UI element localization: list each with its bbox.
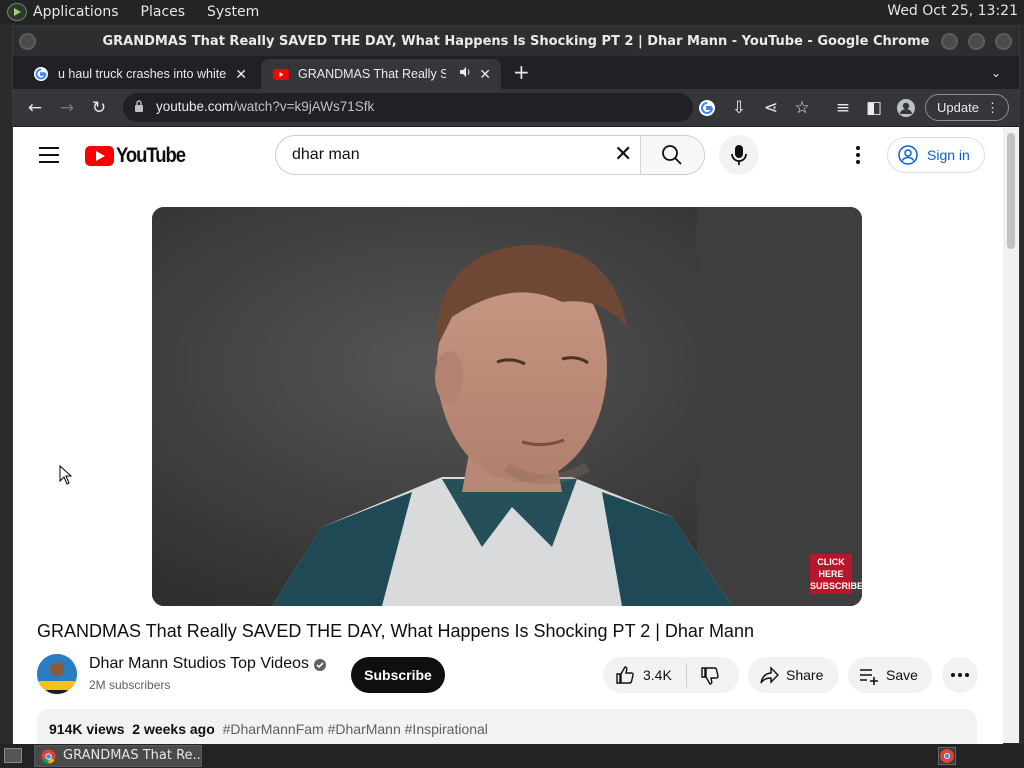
channel-avatar-image <box>37 654 77 694</box>
settings-kebab-icon[interactable] <box>851 145 865 165</box>
subscriber-count: 2M subscribers <box>89 678 171 692</box>
account-icon <box>898 145 918 165</box>
menu-system[interactable]: System <box>207 4 259 20</box>
tab-youtube-active[interactable]: GRANDMAS That Really SAVED THE DAY ✕ <box>261 59 501 89</box>
thumbs-up-icon <box>616 666 634 684</box>
tab-label: GRANDMAS That Really SAVED THE DAY <box>298 67 446 81</box>
reload-icon[interactable]: ↻ <box>89 98 109 118</box>
like-count: 3.4K <box>643 667 672 683</box>
like-button[interactable]: 3.4K <box>603 657 686 693</box>
close-window-button[interactable] <box>995 33 1012 50</box>
youtube-play-icon <box>85 146 114 166</box>
tab-search-chevron-icon[interactable]: ⌄ <box>991 66 1001 80</box>
new-tab-plus-icon[interactable]: + <box>513 62 530 82</box>
subscribe-button[interactable]: Subscribe <box>351 657 445 693</box>
url-text: youtube.com/watch?v=k9jAWs71Sfk <box>156 99 375 114</box>
youtube-page: YouTube dhar man ✕ Sign in CLICK HERE SU… <box>13 127 1003 744</box>
subscribe-watermark[interactable]: CLICK HERE SUBSCRIBE <box>810 554 862 594</box>
menu-places[interactable]: Places <box>141 4 186 20</box>
minimize-button[interactable] <box>941 33 958 50</box>
scrollbar-thumb[interactable] <box>1007 133 1015 249</box>
forward-arrow-icon[interactable]: → <box>57 98 77 118</box>
more-horizontal-icon <box>951 673 969 677</box>
google-icon <box>34 67 48 81</box>
more-actions-button[interactable] <box>942 657 978 693</box>
back-arrow-icon[interactable]: ← <box>25 98 45 118</box>
taskbar-label: GRANDMAS That Re... <box>63 748 202 763</box>
window-menu-button[interactable] <box>19 33 36 50</box>
speaker-icon[interactable] <box>459 66 471 78</box>
side-panel-icon[interactable]: ◧ <box>864 98 884 118</box>
hashtags[interactable]: #DharMannFam #DharMann #Inspirational <box>223 721 488 737</box>
thumbs-down-icon <box>701 667 719 685</box>
update-button[interactable]: Update ⋮ <box>925 94 1009 121</box>
tray-chrome-icon[interactable] <box>938 747 956 765</box>
sign-in-button[interactable]: Sign in <box>887 137 985 173</box>
install-app-icon[interactable]: ⇩ <box>729 98 749 118</box>
channel-avatar[interactable] <box>37 654 77 694</box>
video-player[interactable]: CLICK HERE SUBSCRIBE <box>152 207 862 606</box>
like-dislike-group: 3.4K <box>603 657 739 693</box>
share-page-icon[interactable]: ⋖ <box>761 98 781 118</box>
youtube-logo[interactable]: YouTube <box>85 144 194 168</box>
show-desktop-icon[interactable] <box>4 748 22 763</box>
sign-in-label: Sign in <box>927 147 970 163</box>
channel-name[interactable]: Dhar Mann Studios Top Videos <box>89 655 309 673</box>
page-scrollbar[interactable] <box>1003 127 1019 743</box>
hamburger-menu-icon[interactable] <box>39 147 59 163</box>
google-lens-icon[interactable] <box>697 98 717 118</box>
menu-applications[interactable]: Applications <box>33 4 119 20</box>
microphone-icon <box>731 145 747 165</box>
mouse-cursor-icon <box>59 465 73 485</box>
chrome-icon <box>940 749 954 763</box>
dislike-button[interactable] <box>687 657 739 693</box>
chrome-icon <box>41 749 56 764</box>
bookmark-star-icon[interactable]: ☆ <box>792 98 812 118</box>
chrome-menu-icon[interactable]: ⋮ <box>986 95 999 120</box>
tab-strip: u haul truck crashes into white ✕ GRANDM… <box>13 56 1019 89</box>
top-panel: Applications Places System Wed Oct 25, 1… <box>0 0 1024 24</box>
maximize-button[interactable] <box>968 33 985 50</box>
window-title: GRANDMAS That Really SAVED THE DAY, What… <box>102 34 930 49</box>
distro-logo-icon[interactable] <box>7 3 27 21</box>
voice-search-button[interactable] <box>719 135 759 175</box>
clock[interactable]: Wed Oct 25, 13:21 <box>887 3 1018 19</box>
video-title: GRANDMAS That Really SAVED THE DAY, What… <box>37 621 754 641</box>
profile-avatar-icon[interactable] <box>896 98 916 118</box>
youtube-wordmark: YouTube <box>116 144 186 167</box>
share-label: Share <box>786 667 824 683</box>
close-tab-icon[interactable]: ✕ <box>479 66 491 83</box>
description-box[interactable]: 914K views 2 weeks ago #DharMannFam #Dha… <box>37 709 977 744</box>
view-count: 914K views <box>49 721 125 737</box>
close-tab-icon[interactable]: ✕ <box>235 66 247 83</box>
search-input[interactable]: dhar man <box>292 146 360 164</box>
upload-age: 2 weeks ago <box>132 721 215 737</box>
search-box[interactable]: dhar man ✕ <box>275 135 705 175</box>
save-button[interactable]: Save <box>848 657 932 693</box>
share-arrow-icon <box>760 666 779 684</box>
share-button[interactable]: Share <box>748 657 839 693</box>
search-icon <box>662 145 682 165</box>
add-to-playlist-icon <box>860 669 878 685</box>
search-button[interactable] <box>640 136 704 174</box>
taskbar-chrome-window[interactable]: GRANDMAS That Re... <box>34 745 202 767</box>
lock-icon[interactable] <box>134 100 144 112</box>
clear-search-icon[interactable]: ✕ <box>614 144 632 166</box>
address-bar[interactable]: youtube.com/watch?v=k9jAWs71Sfk <box>123 93 693 122</box>
verified-check-icon <box>314 659 326 671</box>
update-label: Update <box>937 100 979 115</box>
window-titlebar[interactable]: GRANDMAS That Really SAVED THE DAY, What… <box>13 27 1019 56</box>
reading-list-icon[interactable]: ≡ <box>833 98 853 118</box>
browser-toolbar: ← → ↻ youtube.com/watch?v=k9jAWs71Sfk ⇩ … <box>13 89 1019 126</box>
save-label: Save <box>886 667 918 683</box>
tab-label: u haul truck crashes into white <box>58 67 227 81</box>
tab-uhaul[interactable]: u haul truck crashes into white ✕ <box>21 59 257 89</box>
youtube-icon <box>273 69 289 80</box>
bottom-taskbar: GRANDMAS That Re... <box>0 744 1024 768</box>
video-frame <box>152 207 862 606</box>
